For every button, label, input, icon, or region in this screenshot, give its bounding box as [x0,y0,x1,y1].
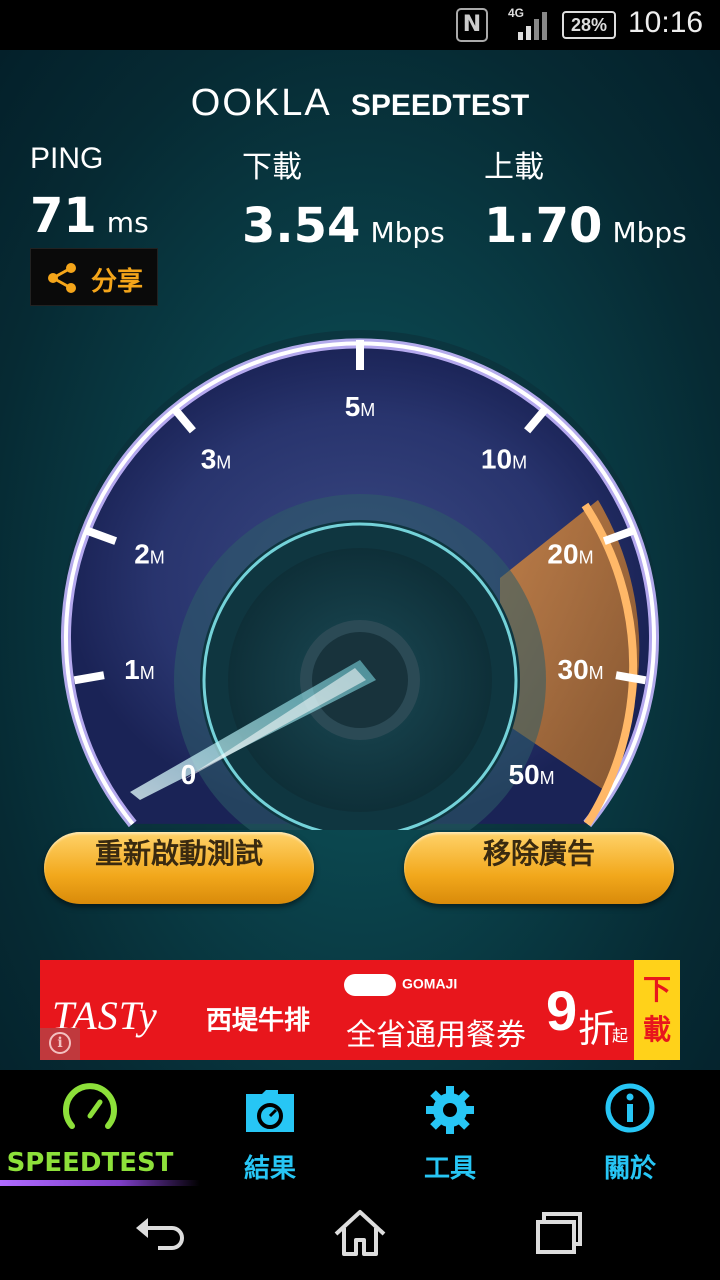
ad-partner-name: GOMAJI [402,975,458,992]
upload-label: 上載 [484,151,544,184]
ad-brand-sub: 西堤牛排 [206,1006,311,1036]
results-folder-icon [246,1090,294,1132]
share-icon [48,263,76,293]
ping-metric: PING 71 ms [30,142,149,244]
gauge-scale-label: 0 [181,759,197,790]
remove-ads-button[interactable]: 移除廣告 [404,832,674,904]
gear-icon [426,1086,474,1134]
info-icon: i [49,1032,71,1054]
ad-download-label: 下載 [642,973,671,1046]
app-logo: OOKLA SPEEDTEST [0,82,720,125]
status-bar: N 4G 28% 10:16 [0,0,720,50]
nfc-icon: N [456,8,488,42]
brand-ookla: OOKLA [190,82,332,124]
recents-icon[interactable] [530,1206,590,1260]
signal-icon [518,12,547,40]
home-icon[interactable] [330,1206,390,1260]
tab-speedtest-label: SPEEDTEST [6,1148,174,1178]
clock: 10:16 [628,6,704,39]
gomaji-logo-icon [344,974,396,996]
tab-speedtest[interactable]: SPEEDTEST [0,1070,200,1186]
share-label: 分享 [91,267,144,297]
info-icon [605,1083,655,1133]
speedometer-icon [63,1083,117,1129]
download-metric: 下載 3.54 Mbps [242,142,445,254]
tab-bar: SPEEDTEST 結果 工具 關於 [0,1070,720,1186]
ping-unit: ms [106,206,149,239]
tab-about[interactable]: 關於 [540,1070,720,1186]
tab-results[interactable]: 結果 [180,1070,360,1186]
download-value: 3.54 [242,198,361,254]
gauge-tick [615,671,647,685]
tab-results-label: 結果 [243,1154,296,1184]
tab-tools-label: 工具 [423,1154,476,1184]
download-unit: Mbps [370,216,445,249]
tab-about-label: 關於 [603,1154,656,1184]
ad-partner-logo: GOMAJI [344,974,457,996]
download-sparkline [241,268,416,310]
tab-tools[interactable]: 工具 [360,1070,540,1186]
ad-copy: 全省通用餐券 [346,1018,526,1053]
ad-discount-unit: 折 [578,1007,617,1051]
ad-discount-suffix: 起 [612,1026,629,1045]
ad-download-button[interactable]: 下載 [634,960,680,1060]
gauge-tick [73,671,105,685]
ad-banner[interactable]: TASTy 西堤牛排 GOMAJI 全省通用餐券 9 折 起 下載 i [40,960,680,1060]
ad-discount-number: 9 [546,979,578,1042]
share-button[interactable]: 分享 [30,248,158,306]
upload-value: 1.70 [484,198,603,254]
upload-metric: 上載 1.70 Mbps [484,142,687,254]
restart-test-button[interactable]: 重新啟動測試 [44,832,314,904]
speedtest-screen: OOKLA SPEEDTEST PING 71 ms 下載 3.54 Mbps 上載… [0,50,720,1070]
back-icon[interactable] [130,1206,190,1260]
battery-icon: 28% [562,11,616,39]
download-label: 下載 [242,151,302,184]
system-nav-bar [0,1186,720,1280]
ad-info-button[interactable]: i [40,1028,80,1060]
upload-unit: Mbps [612,216,687,249]
ping-value: 71 [30,188,97,244]
ping-label: PING [30,142,104,175]
speed-gauge: 01M2M3M5M10M20M30M50M [60,330,660,830]
upload-sparkline [481,270,656,310]
brand-speedtest: SPEEDTEST [350,89,530,122]
